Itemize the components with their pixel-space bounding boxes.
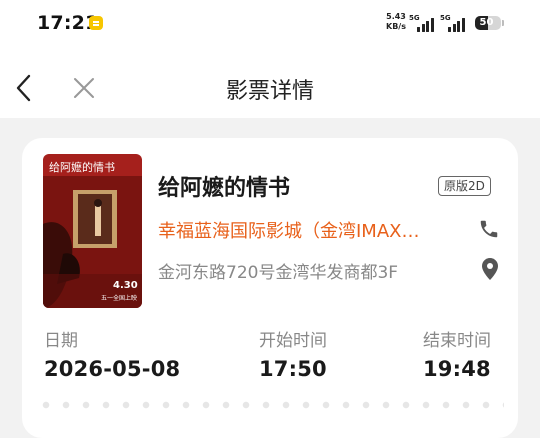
battery-tip [502, 20, 504, 26]
poster-tagline: 五一全国上映 [101, 294, 137, 302]
end-time-label: 结束时间 [423, 331, 491, 351]
call-cinema-button[interactable] [478, 218, 500, 240]
movie-title: 给阿嬷的情书 [158, 176, 291, 201]
movie-poster-image: 给阿嬷的情书 4.30 五一全国上映 [43, 154, 142, 308]
date-label: 日期 [44, 331, 78, 351]
start-time-label: 开始时间 [259, 331, 327, 351]
poster-title: 给阿嬷的情书 [49, 160, 115, 174]
phone-icon [480, 220, 498, 238]
end-time-value: 19:48 [423, 357, 491, 381]
start-time-value: 17:50 [259, 357, 327, 381]
ticket-divider [36, 401, 504, 409]
cinema-address: 金河东路720号金湾华发商都3F [158, 263, 399, 283]
date-value: 2026-05-08 [44, 357, 181, 381]
network-speed-unit: KB/s [386, 22, 406, 31]
network-speed-value: 5.43 [386, 12, 406, 21]
signal-1-icon: 5G [409, 14, 434, 32]
battery-level: 50 [479, 17, 494, 28]
movie-poster[interactable]: 给阿嬷的情书 4.30 五一全国上映 [43, 154, 142, 308]
navigate-button[interactable] [480, 257, 500, 281]
battery-icon: 50 [475, 16, 501, 30]
version-badge: 原版2D [438, 176, 491, 196]
signal-2-icon: 5G [440, 14, 465, 32]
ticket-card: 给阿嬷的情书 4.30 五一全国上映 给阿嬷的情书 原版2D 幸福蓝海国际影城（… [22, 138, 518, 438]
cinema-name-link[interactable]: 幸福蓝海国际影城（金湾IMAX… [158, 217, 458, 243]
poster-date: 4.30 [113, 280, 138, 291]
page-title: 影票详情 [225, 79, 314, 104]
message-notification-icon [89, 16, 103, 30]
location-pin-icon [482, 258, 498, 280]
network-speed: 5.43 KB/s [384, 12, 408, 32]
